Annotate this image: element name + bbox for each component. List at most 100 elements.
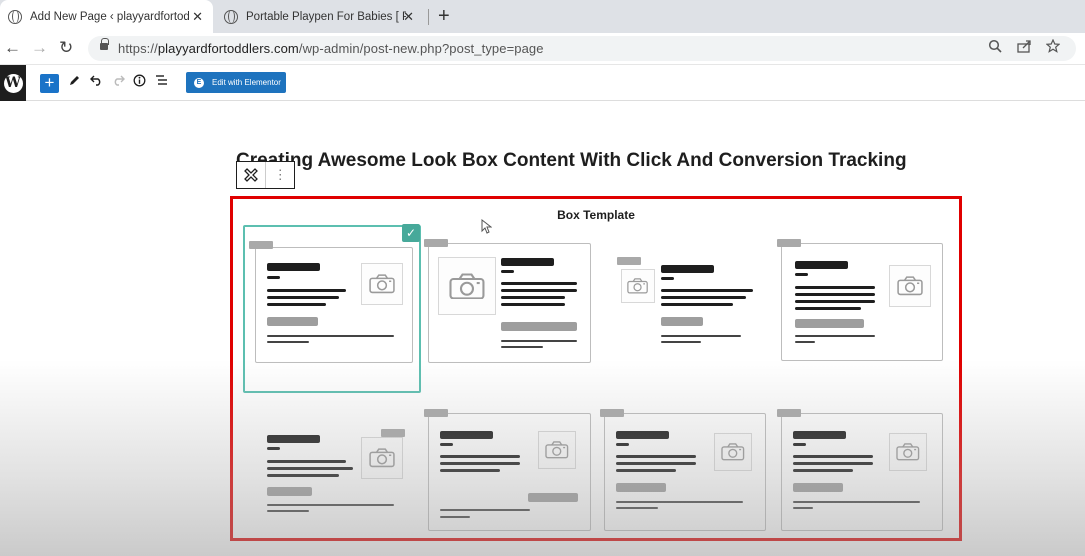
placeholder-line: [616, 507, 658, 509]
url-scheme: https://: [118, 41, 158, 56]
tab-title: Add New Page ‹ playyardfortodd: [30, 10, 190, 23]
placeholder-line: [793, 455, 873, 458]
placeholder-line: [795, 341, 815, 343]
camera-icon: [361, 263, 403, 305]
placeholder-line: [793, 443, 806, 446]
address-bar-row: ← → ↻ https://playyardfortoddlers.com/wp…: [0, 33, 1085, 65]
zoom-icon[interactable]: [988, 39, 1002, 56]
placeholder-line: [267, 504, 394, 506]
placeholder-line: [501, 258, 554, 266]
edit-with-elementor-button[interactable]: E Edit with Elementor: [186, 72, 286, 93]
placeholder-line: [267, 467, 353, 470]
close-tab-icon[interactable]: ✕: [192, 9, 203, 25]
close-tab-icon[interactable]: ✕: [403, 9, 414, 25]
reload-button[interactable]: ↻: [59, 37, 73, 59]
box-template-option-3[interactable]: [607, 243, 771, 363]
placeholder-line: [795, 300, 875, 303]
box-template-option-5[interactable]: [243, 415, 421, 535]
list-view-icon[interactable]: [155, 74, 168, 89]
template-tag: [249, 241, 273, 249]
block-type-icon[interactable]: [237, 162, 265, 188]
tab-divider: [428, 9, 429, 25]
placeholder-line: [793, 469, 853, 472]
camera-icon: [438, 257, 496, 315]
box-template-block: Box Template ✓: [230, 196, 962, 541]
redo-icon[interactable]: [112, 74, 125, 89]
placeholder-line: [616, 443, 629, 446]
placeholder-line: [501, 270, 514, 273]
box-template-option-2[interactable]: [424, 239, 592, 363]
placeholder-line: [267, 460, 346, 463]
placeholder-line: [267, 510, 309, 512]
placeholder-line: [267, 263, 320, 271]
placeholder-line: [440, 516, 470, 518]
box-template-option-1[interactable]: ✓: [243, 224, 421, 393]
url-input[interactable]: https://playyardfortoddlers.com/wp-admin…: [88, 36, 1076, 61]
placeholder-line: [267, 276, 280, 279]
placeholder-line: [501, 296, 565, 299]
back-button[interactable]: ←: [4, 37, 21, 59]
placeholder-line: [795, 273, 808, 276]
block-inserter-button[interactable]: +: [40, 74, 59, 93]
placeholder-line: [616, 483, 666, 492]
placeholder-line: [528, 493, 578, 502]
wordpress-logo-icon[interactable]: W: [0, 65, 26, 101]
lock-icon: [100, 38, 109, 50]
selected-ring: [243, 225, 421, 393]
page-title[interactable]: Creating Awesome Look Box Content With C…: [236, 150, 907, 172]
placeholder-line: [793, 431, 846, 439]
placeholder-line: [501, 289, 577, 292]
bookmark-star-icon[interactable]: [1045, 38, 1061, 56]
placeholder-line: [661, 303, 733, 306]
placeholder-line: [795, 335, 875, 337]
placeholder-line: [267, 487, 312, 496]
url-path: /wp-admin/post-new.php?post_type=page: [298, 41, 544, 56]
box-template-option-6[interactable]: [424, 409, 592, 531]
template-tag: [424, 239, 448, 247]
template-tag: [381, 429, 405, 437]
placeholder-line: [440, 462, 520, 465]
placeholder-line: [267, 289, 346, 292]
camera-icon: [889, 265, 931, 307]
placeholder-line: [795, 286, 875, 289]
elementor-icon: E: [194, 77, 204, 88]
placeholder-line: [267, 296, 339, 299]
placeholder-line: [501, 340, 577, 342]
placeholder-line: [501, 303, 565, 306]
info-icon[interactable]: [133, 74, 146, 90]
placeholder-line: [616, 469, 676, 472]
camera-icon: [621, 269, 655, 303]
template-tag: [777, 239, 801, 247]
camera-icon: [361, 437, 403, 479]
placeholder-line: [795, 307, 861, 310]
edit-with-elementor-label: Edit with Elementor: [212, 78, 281, 87]
box-template-option-7[interactable]: [600, 409, 768, 531]
url-text: https://playyardfortoddlers.com/wp-admin…: [118, 41, 544, 56]
globe-icon: [8, 9, 22, 24]
tab-add-new-page[interactable]: Add New Page ‹ playyardfortodd ✕: [0, 0, 213, 33]
placeholder-line: [616, 431, 669, 439]
tab-portable-playpen[interactable]: Portable Playpen For Babies [ Pla ✕: [216, 0, 424, 33]
browser-tab-bar: Add New Page ‹ playyardfortodd ✕ Portabl…: [0, 0, 1085, 33]
template-tag: [424, 409, 448, 417]
placeholder-line: [440, 443, 453, 446]
placeholder-line: [440, 431, 493, 439]
box-template-option-4[interactable]: [777, 239, 945, 363]
placeholder-line: [501, 346, 543, 348]
placeholder-line: [267, 447, 280, 450]
placeholder-line: [795, 261, 848, 269]
block-more-options-button[interactable]: ⋮: [265, 162, 294, 188]
placeholder-line: [661, 317, 703, 326]
placeholder-line: [267, 435, 320, 443]
placeholder-line: [267, 335, 394, 337]
undo-icon[interactable]: [90, 74, 103, 89]
placeholder-line: [661, 341, 701, 343]
share-icon[interactable]: [1017, 39, 1032, 56]
template-tag: [617, 257, 641, 265]
new-tab-button[interactable]: +: [438, 4, 450, 28]
box-template-option-8[interactable]: [777, 409, 945, 531]
placeholder-line: [501, 282, 577, 285]
pencil-icon[interactable]: [68, 74, 80, 90]
forward-button[interactable]: →: [31, 37, 48, 59]
url-host: playyardfortoddlers.com: [157, 41, 299, 56]
